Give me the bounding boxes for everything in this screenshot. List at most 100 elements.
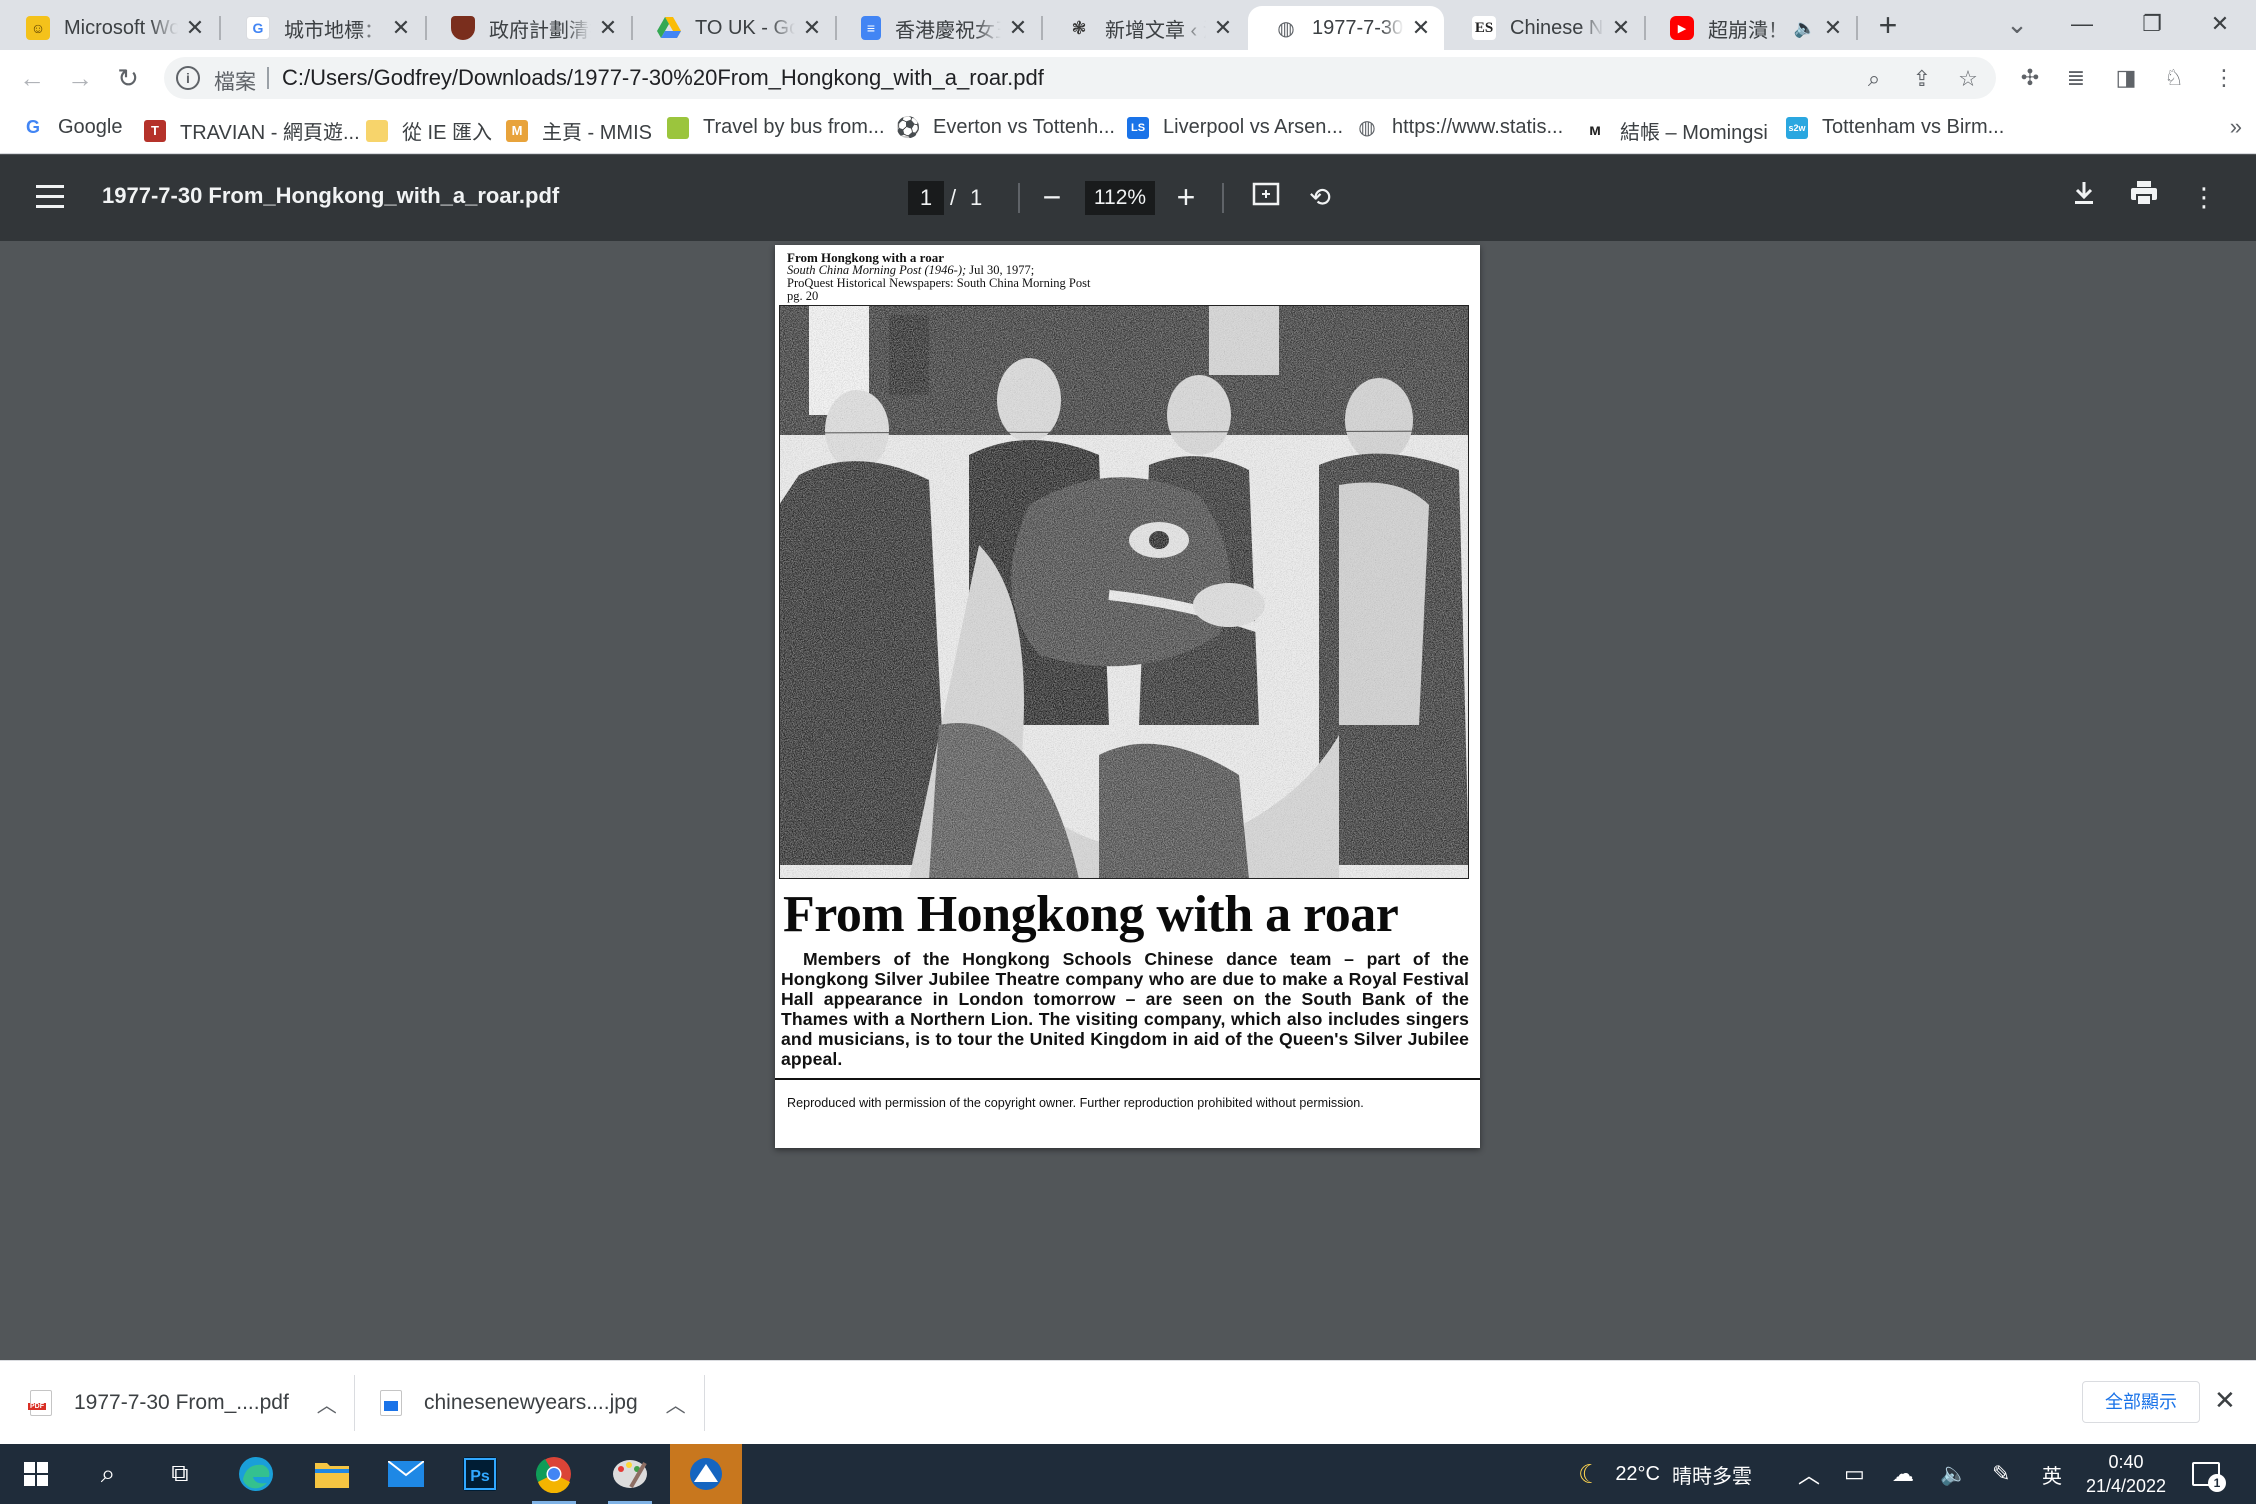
shield-icon (451, 16, 475, 40)
mmis-icon: M (506, 119, 528, 142)
download-item-pdf[interactable]: PDF 1977-7-30 From_....pdf ︿ (28, 1361, 337, 1445)
bookmark-statista[interactable]: ◍ https://www.statis... (1356, 116, 1563, 139)
tab-google-drive[interactable]: TO UK - Google Drive ✕ (631, 6, 835, 50)
show-hidden-icons-chevron-icon[interactable]: ︿ (1798, 1444, 1820, 1504)
show-all-downloads-button[interactable]: 全部顯示 (2082, 1381, 2200, 1423)
chevron-up-icon[interactable]: ︿ (666, 1389, 686, 1418)
media-control-icon[interactable]: ≣ (2060, 62, 2092, 94)
travian-icon: T (144, 119, 166, 142)
tab-close-icon[interactable]: ✕ (1007, 15, 1029, 41)
download-item-jpg[interactable]: chinesenewyears....jpg ︿ (380, 1361, 686, 1445)
bookmark-tottenham-birmingham[interactable]: s2w Tottenham vs Birm... (1786, 116, 2004, 139)
bookmark-star-icon[interactable]: ☆ (1954, 65, 1982, 93)
search-icon[interactable]: ⌕ (72, 1444, 144, 1504)
audio-playing-icon[interactable]: 🔈 (1794, 18, 1816, 39)
battery-icon[interactable]: ▭ (1844, 1444, 1865, 1504)
back-arrow-icon[interactable]: ← (14, 60, 50, 96)
bookmark-mmis[interactable]: M 主頁 - MMIS (506, 116, 652, 145)
profile-avatar-icon[interactable]: ♘ (2158, 62, 2190, 94)
tab-google-search[interactable]: G 城市地標：殖民地建築 ✕ (220, 6, 424, 50)
paint-icon[interactable] (594, 1444, 666, 1504)
system-clock[interactable]: 0:40 21/4/2022 (2066, 1450, 2186, 1498)
unknown-app-icon[interactable] (670, 1444, 742, 1504)
wordpress-icon: ❃ (1071, 17, 1087, 38)
more-options-icon[interactable]: ⋮ (2186, 179, 2222, 215)
citation-block: From Hongkong with a roar South China Mo… (787, 251, 1090, 303)
bookmark-everton-tottenham[interactable]: ⚽ Everton vs Tottenh... (896, 116, 1115, 139)
bookmark-momingsi[interactable]: ᴍ 結帳 – Momingsi (1584, 116, 1768, 145)
tab-close-icon[interactable]: ✕ (1212, 15, 1234, 41)
tab-close-icon[interactable]: ✕ (801, 15, 823, 41)
tab-separator (1856, 16, 1858, 40)
hamburger-menu-icon[interactable] (36, 185, 64, 209)
volume-icon[interactable]: 🔈 (1940, 1444, 1967, 1504)
bookmark-travian[interactable]: T TRAVIAN - 網頁遊... (144, 116, 360, 145)
tab-google-docs[interactable]: ≡ 香港慶祝女王 ✕ (835, 6, 1041, 50)
citation-date: Jul 30, 1977; (966, 263, 1035, 277)
fit-to-page-icon[interactable] (1248, 179, 1284, 215)
tab-close-icon[interactable]: ✕ (184, 15, 206, 41)
shelf-divider (354, 1375, 355, 1431)
notification-center-icon[interactable]: 1 (2192, 1444, 2226, 1504)
pen-workspace-icon[interactable]: ✎ (1992, 1444, 2010, 1504)
photoshop-icon[interactable]: Ps (444, 1444, 516, 1504)
browser-menu-icon[interactable]: ⋮ (2208, 62, 2240, 94)
rotate-icon[interactable]: ⟲ (1302, 179, 1338, 215)
zoom-out-button[interactable]: − (1034, 179, 1070, 215)
onedrive-error-icon[interactable]: ☁ (1892, 1444, 1914, 1504)
download-icon[interactable] (2066, 179, 2102, 215)
close-window-button[interactable]: ✕ (2188, 6, 2252, 42)
task-view-icon[interactable]: ⧉ (144, 1444, 216, 1504)
tab-title: 城市地標：殖民地建築 (284, 19, 384, 42)
weather-widget[interactable]: ☾ 22°C 晴時多雲 (1578, 1444, 1752, 1504)
bookmark-google[interactable]: G Google (22, 116, 123, 139)
share-icon[interactable]: ⇪ (1908, 65, 1936, 93)
tab-search-chevron-icon[interactable]: ⌄ (1985, 6, 2049, 42)
tab-close-icon[interactable]: ✕ (1822, 15, 1844, 41)
clock-time: 0:40 (2108, 1452, 2144, 1472)
tab-close-icon[interactable]: ✕ (1610, 15, 1632, 41)
bookmark-travel-by-bus[interactable]: Travel by bus from... (667, 116, 885, 139)
tab-microsoft-word[interactable]: ☺ Microsoft Word ✕ (0, 6, 218, 50)
tab-government-plan[interactable]: 政府計劃清拆 ✕ (425, 6, 631, 50)
chevron-up-icon[interactable]: ︿ (317, 1389, 337, 1418)
zoom-in-button[interactable]: + (1168, 179, 1204, 215)
mail-icon[interactable] (370, 1444, 442, 1504)
tab-chinese-new-year[interactable]: ES Chinese New Year ✕ (1446, 6, 1644, 50)
tab-close-icon[interactable]: ✕ (597, 15, 619, 41)
tab-pdf-active[interactable]: ◍ 1977-7-30 From_Hongkong_with_a_roar.pd… (1248, 6, 1444, 50)
zoom-level-input[interactable]: 112% (1085, 181, 1155, 215)
pdf-viewport[interactable]: From Hongkong with a roar South China Mo… (0, 241, 2256, 1360)
tab-youtube[interactable]: ▶ 超崩潰！ 🔈 ✕ (1644, 6, 1856, 50)
url-text[interactable]: C:/Users/Godfrey/Downloads/1977-7-30%20F… (282, 65, 1044, 91)
address-bar[interactable]: i 檔案 C:/Users/Godfrey/Downloads/1977-7-3… (164, 57, 1996, 99)
restore-button[interactable]: ❐ (2120, 6, 2184, 42)
reload-icon[interactable]: ↻ (110, 60, 146, 96)
minimize-button[interactable]: — (2050, 6, 2114, 42)
extensions-puzzle-icon[interactable]: ✣ (2014, 62, 2046, 94)
more-bookmarks-chevron-icon[interactable]: » (2230, 114, 2242, 140)
zoom-magnifier-icon[interactable]: ⌕ (1860, 65, 1888, 93)
edge-icon[interactable] (220, 1444, 292, 1504)
docs-icon: ≡ (861, 16, 881, 40)
side-panel-icon[interactable]: ◨ (2110, 62, 2142, 94)
forward-arrow-icon[interactable]: → (62, 60, 98, 96)
tab-wordpress-new-post[interactable]: ❃ 新增文章 ‹ 港 ✕ (1041, 6, 1246, 50)
page-number-input[interactable]: 1 (908, 181, 944, 215)
bookmark-ie-import-folder[interactable]: 從 IE 匯入 (366, 116, 492, 145)
tab-title: 新增文章 ‹ 港 (1105, 19, 1206, 42)
windows-start-icon[interactable] (0, 1444, 72, 1504)
bookmark-liverpool-arsenal[interactable]: LS Liverpool vs Arsen... (1127, 116, 1343, 139)
bookmark-label: Google (58, 116, 123, 138)
shelf-divider (704, 1375, 705, 1431)
tab-close-icon[interactable]: ✕ (1410, 15, 1432, 41)
close-shelf-icon[interactable]: ✕ (2214, 1385, 2236, 1416)
tab-close-icon[interactable]: ✕ (390, 15, 412, 41)
chrome-icon[interactable] (518, 1444, 590, 1504)
file-explorer-icon[interactable] (296, 1444, 368, 1504)
print-icon[interactable] (2126, 179, 2162, 215)
new-tab-button[interactable]: + (1870, 8, 1906, 44)
info-icon[interactable]: i (176, 66, 200, 90)
bookmark-label: Everton vs Tottenh... (933, 116, 1115, 138)
input-method-indicator[interactable]: 英 (2042, 1444, 2062, 1504)
